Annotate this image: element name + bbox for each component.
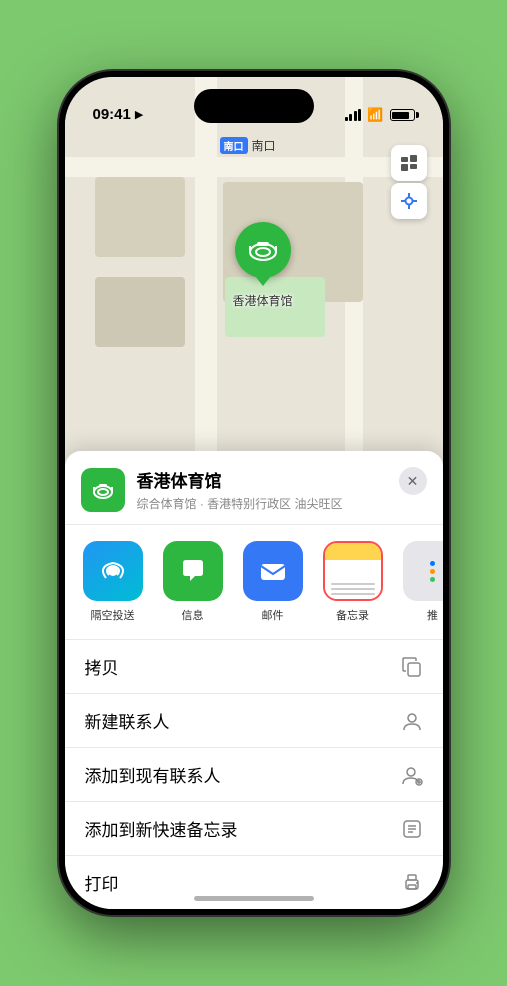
notes-icon [323,541,383,601]
map-type-button[interactable] [391,145,427,181]
location-desc: 综合体育馆 · 香港特别行政区 油尖旺区 [137,495,427,512]
airdrop-label: 隔空投送 [91,607,135,623]
home-indicator [194,896,314,901]
south-entrance-label: 南口 南口 [220,137,276,154]
notes-label: 备忘录 [336,607,369,623]
pin-circle [235,222,291,278]
share-item-airdrop[interactable]: 隔空投送 [77,541,149,623]
print-label: 打印 [85,870,119,895]
location-name: 香港体育馆 [137,467,427,492]
copy-icon [401,656,423,678]
add-notes-icon [401,818,423,840]
wifi-icon: 📶 [367,107,383,123]
phone-frame: 09:41 ▶ 📶 [59,71,449,915]
stadium-pin[interactable]: 香港体育馆 [233,222,293,309]
message-label: 信息 [182,607,204,623]
add-existing-label: 添加到现有联系人 [85,762,221,787]
status-icons: 📶 [345,107,415,123]
bottom-sheet: 香港体育馆 综合体育馆 · 香港特别行政区 油尖旺区 ✕ [65,451,443,909]
pin-label: 香港体育馆 [233,292,293,309]
more-label: 推 [427,607,438,623]
battery-icon [390,109,415,121]
message-icon [163,541,223,601]
location-arrow-icon: ▶ [135,108,143,121]
location-header: 香港体育馆 综合体育馆 · 香港特别行政区 油尖旺区 ✕ [65,451,443,525]
share-item-message[interactable]: 信息 [157,541,229,623]
location-info: 香港体育馆 综合体育馆 · 香港特别行政区 油尖旺区 [137,467,427,512]
status-time: 09:41 [93,106,131,123]
phone-screen: 09:41 ▶ 📶 [65,77,443,909]
add-existing-icon [401,764,423,786]
signal-bars [345,109,362,121]
map-controls [391,145,427,219]
entrance-text: 南口 [252,137,276,154]
action-list: 拷贝 新建联系人 添加到现有联系人 [65,640,443,909]
mail-icon [243,541,303,601]
copy-label: 拷贝 [85,654,119,679]
add-notes-label: 添加到新快速备忘录 [85,816,238,841]
action-new-contact[interactable]: 新建联系人 [65,694,443,748]
more-icon [403,541,443,601]
airdrop-icon [83,541,143,601]
share-row: 隔空投送 信息 [65,525,443,640]
mail-label: 邮件 [262,607,284,623]
new-contact-label: 新建联系人 [85,708,170,733]
close-button[interactable]: ✕ [399,467,427,495]
new-contact-icon [401,710,423,732]
location-button[interactable] [391,183,427,219]
entrance-tag: 南口 [220,137,248,154]
venue-icon [81,468,125,512]
map-area: 南口 南口 [65,77,443,497]
action-add-notes[interactable]: 添加到新快速备忘录 [65,802,443,856]
action-print[interactable]: 打印 [65,856,443,909]
action-copy[interactable]: 拷贝 [65,640,443,694]
status-bar: 09:41 ▶ 📶 [65,77,443,131]
action-add-existing[interactable]: 添加到现有联系人 [65,748,443,802]
print-icon [401,872,423,894]
share-item-mail[interactable]: 邮件 [237,541,309,623]
share-item-notes[interactable]: 备忘录 [317,541,389,623]
share-item-more[interactable]: 推 [397,541,443,623]
